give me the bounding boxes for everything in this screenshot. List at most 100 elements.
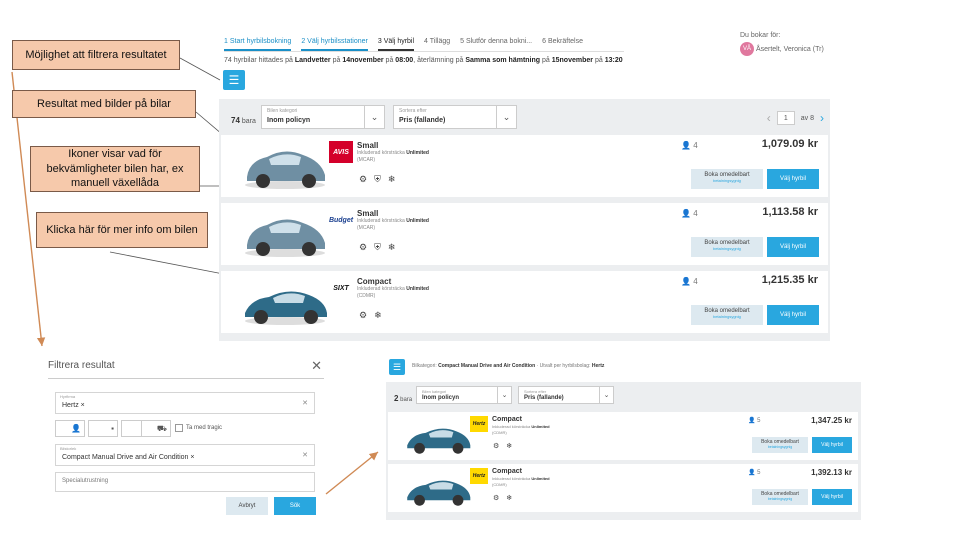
book-later-button[interactable]: Boka omedelbart betalningsygnig xyxy=(752,437,808,453)
sort-select[interactable]: Sortera efter Pris (fallande) ⌄ xyxy=(393,105,517,129)
car-card[interactable]: SIXT Compact Inkluderad körsträcka Unlim… xyxy=(221,271,828,333)
air-condition-icon: ❄ xyxy=(506,443,513,450)
car-image[interactable] xyxy=(239,139,331,191)
results-panel: 2 bara Bilen kategori Inom policyn ⌄ Sor… xyxy=(386,382,861,520)
callout-more-info: Klicka här för mer info om bilen xyxy=(36,212,208,248)
book-later-button[interactable]: Boka omedelbart betalningsygnig xyxy=(691,237,763,257)
person-icon: 👤 xyxy=(748,418,756,424)
chevron-down-icon: ⌄ xyxy=(599,387,613,403)
car-image[interactable] xyxy=(239,275,331,327)
car-card[interactable]: Budget Small Inkluderad körsträcka Unlim… xyxy=(221,203,828,265)
manual-gear-icon: ⚙ xyxy=(493,443,500,450)
next-page-icon[interactable]: › xyxy=(820,111,824,125)
person-icon: 👤 xyxy=(681,209,691,218)
manual-gear-icon: ⚙ xyxy=(359,310,368,320)
car-price: 1,079.09 kr xyxy=(761,138,818,150)
car-image[interactable] xyxy=(402,468,474,508)
clear-icon[interactable]: ✕ xyxy=(302,399,308,407)
doors-filter[interactable]: ▪ xyxy=(88,420,118,437)
person-icon: 👤 xyxy=(681,277,691,286)
air-condition-icon: ❄ xyxy=(506,495,513,502)
sort-select[interactable]: Sortera efter Pris (fallande) ⌄ xyxy=(518,386,614,404)
filter-button[interactable]: ☰ xyxy=(389,359,405,375)
category-select[interactable]: Bilen kategori Inom policyn ⌄ xyxy=(261,105,385,129)
category-select[interactable]: Bilen kategori Inom policyn ⌄ xyxy=(416,386,512,404)
person-icon: 👤 xyxy=(748,470,756,476)
callout-icons: Ikoner visar vad för bekvämligheter bile… xyxy=(30,146,200,192)
car-image[interactable] xyxy=(239,207,331,259)
category-tag: Compact Manual Drive and Air Condition × xyxy=(62,454,195,461)
vendor-logo: Budget xyxy=(328,216,354,224)
results-toolbar: 74 bara Bilen kategori Inom policyn ⌄ So… xyxy=(219,99,830,133)
car-name[interactable]: Small xyxy=(357,209,378,218)
book-later-button[interactable]: Boka omedelbart betalningsygnig xyxy=(691,169,763,189)
car-info: Inkluderad körsträcka Unlimited (CDMR) xyxy=(492,476,550,487)
prev-page-icon[interactable]: ‹ xyxy=(767,111,771,125)
vendor-field[interactable]: Hyrfirma Hertz × ✕ xyxy=(55,392,315,414)
callout-images: Resultat med bilder på bilar xyxy=(12,90,196,118)
step-2[interactable]: 2 Välj hyrbilsstationer xyxy=(301,38,368,51)
booker-name: Åsertelt, Veronica (Tr) xyxy=(755,45,824,53)
air-condition-icon: ❄ xyxy=(387,174,396,184)
category-field[interactable]: Bilstorlek Compact Manual Drive and Air … xyxy=(55,444,315,466)
car-name[interactable]: Small xyxy=(357,141,378,150)
car-name[interactable]: Compact xyxy=(492,416,522,423)
manual-gear-icon: ⚙ xyxy=(493,495,500,502)
filter-panel: Filtrera resultat ✕ Hyrfirma Hertz × ✕ 👤 … xyxy=(48,358,324,520)
car-info: Inkluderad körsträcka Unlimited (CDMR) xyxy=(357,286,429,299)
clear-icon[interactable]: ✕ xyxy=(302,451,308,459)
checkbox[interactable] xyxy=(175,424,183,432)
car-card[interactable]: Hertz Compact Inkluderad körsträcka Unli… xyxy=(388,412,858,460)
feature-icons: ⚙ ⛨ ❄ xyxy=(359,242,395,253)
booker-info: Du bokar för: VÅ Åsertelt, Veronica (Tr) xyxy=(740,32,860,56)
step-5: 5 Slutför denna bokni... xyxy=(460,38,533,45)
passenger-count: 👤 4 xyxy=(681,277,698,286)
special-equipment-field[interactable]: Specialutrustning xyxy=(55,472,315,492)
car-type-filter[interactable]: ⛟ xyxy=(141,420,171,437)
car-price: 1,215.35 kr xyxy=(761,274,818,286)
person-icon: 👤 xyxy=(71,424,81,433)
car-name[interactable]: Compact xyxy=(357,277,391,286)
car-card[interactable]: AVIS Small Inkluderad körsträcka Unlimit… xyxy=(221,135,828,197)
choose-car-button[interactable]: Välj hyrbil xyxy=(812,437,852,453)
filter-button[interactable]: ☰ xyxy=(223,70,245,90)
vendor-logo: SIXT xyxy=(333,284,349,292)
include-checkbox[interactable]: Ta med tragic xyxy=(175,424,222,432)
passengers-filter[interactable]: 👤 xyxy=(55,420,85,437)
step-3[interactable]: 3 Välj hyrbil xyxy=(377,38,415,51)
search-summary: 74 hyrbilar hittades på Landvetter på 14… xyxy=(224,57,623,64)
car-image[interactable] xyxy=(402,416,474,456)
book-later-button[interactable]: Boka omedelbart betalningsygnig xyxy=(691,305,763,325)
car-name[interactable]: Compact xyxy=(492,468,522,475)
manual-gear-icon: ⚙ xyxy=(359,242,368,252)
sliders-icon: ☰ xyxy=(228,73,240,87)
step-1[interactable]: 1 Start hyrbilsbokning xyxy=(224,38,292,51)
car-price: 1,113.58 kr xyxy=(762,206,818,218)
filter-title: Filtrera resultat ✕ xyxy=(48,358,324,379)
car-card[interactable]: Hertz Compact Inkluderad körsträcka Unli… xyxy=(388,464,858,512)
cancel-button[interactable]: Avbryt xyxy=(226,497,268,515)
passenger-count: 👤 4 xyxy=(681,141,698,150)
step-4: 4 Tillägg xyxy=(424,38,451,45)
choose-car-button[interactable]: Välj hyrbil xyxy=(812,489,852,505)
chevron-down-icon: ⌄ xyxy=(364,106,384,128)
feature-icons: ⚙ ❄ xyxy=(493,442,512,450)
search-button[interactable]: Sök xyxy=(274,497,316,515)
car-price: 1,392.13 kr xyxy=(811,468,852,477)
booker-label: Du bokar för: xyxy=(740,32,781,39)
passenger-count: 👤 4 xyxy=(681,209,698,218)
book-later-button[interactable]: Boka omedelbart betalningsygnig xyxy=(752,489,808,505)
choose-car-button[interactable]: Välj hyrbil xyxy=(767,305,819,325)
car-price: 1,347.25 kr xyxy=(811,416,852,425)
result-count: 2 bara xyxy=(394,394,413,403)
choose-car-button[interactable]: Välj hyrbil xyxy=(767,169,819,189)
chevron-down-icon: ⌄ xyxy=(496,106,516,128)
shield-icon: ⛨ xyxy=(374,242,381,252)
step-6: 6 Bekräftelse xyxy=(542,38,583,45)
car-icon: ⛟ xyxy=(156,423,167,433)
car-info: Inkluderad körsträcka Unlimited (CDMR) xyxy=(492,424,550,435)
shield-icon: ⛨ xyxy=(374,174,381,184)
close-icon[interactable]: ✕ xyxy=(311,358,322,374)
page-input[interactable]: 1 xyxy=(776,111,795,125)
choose-car-button[interactable]: Välj hyrbil xyxy=(767,237,819,257)
